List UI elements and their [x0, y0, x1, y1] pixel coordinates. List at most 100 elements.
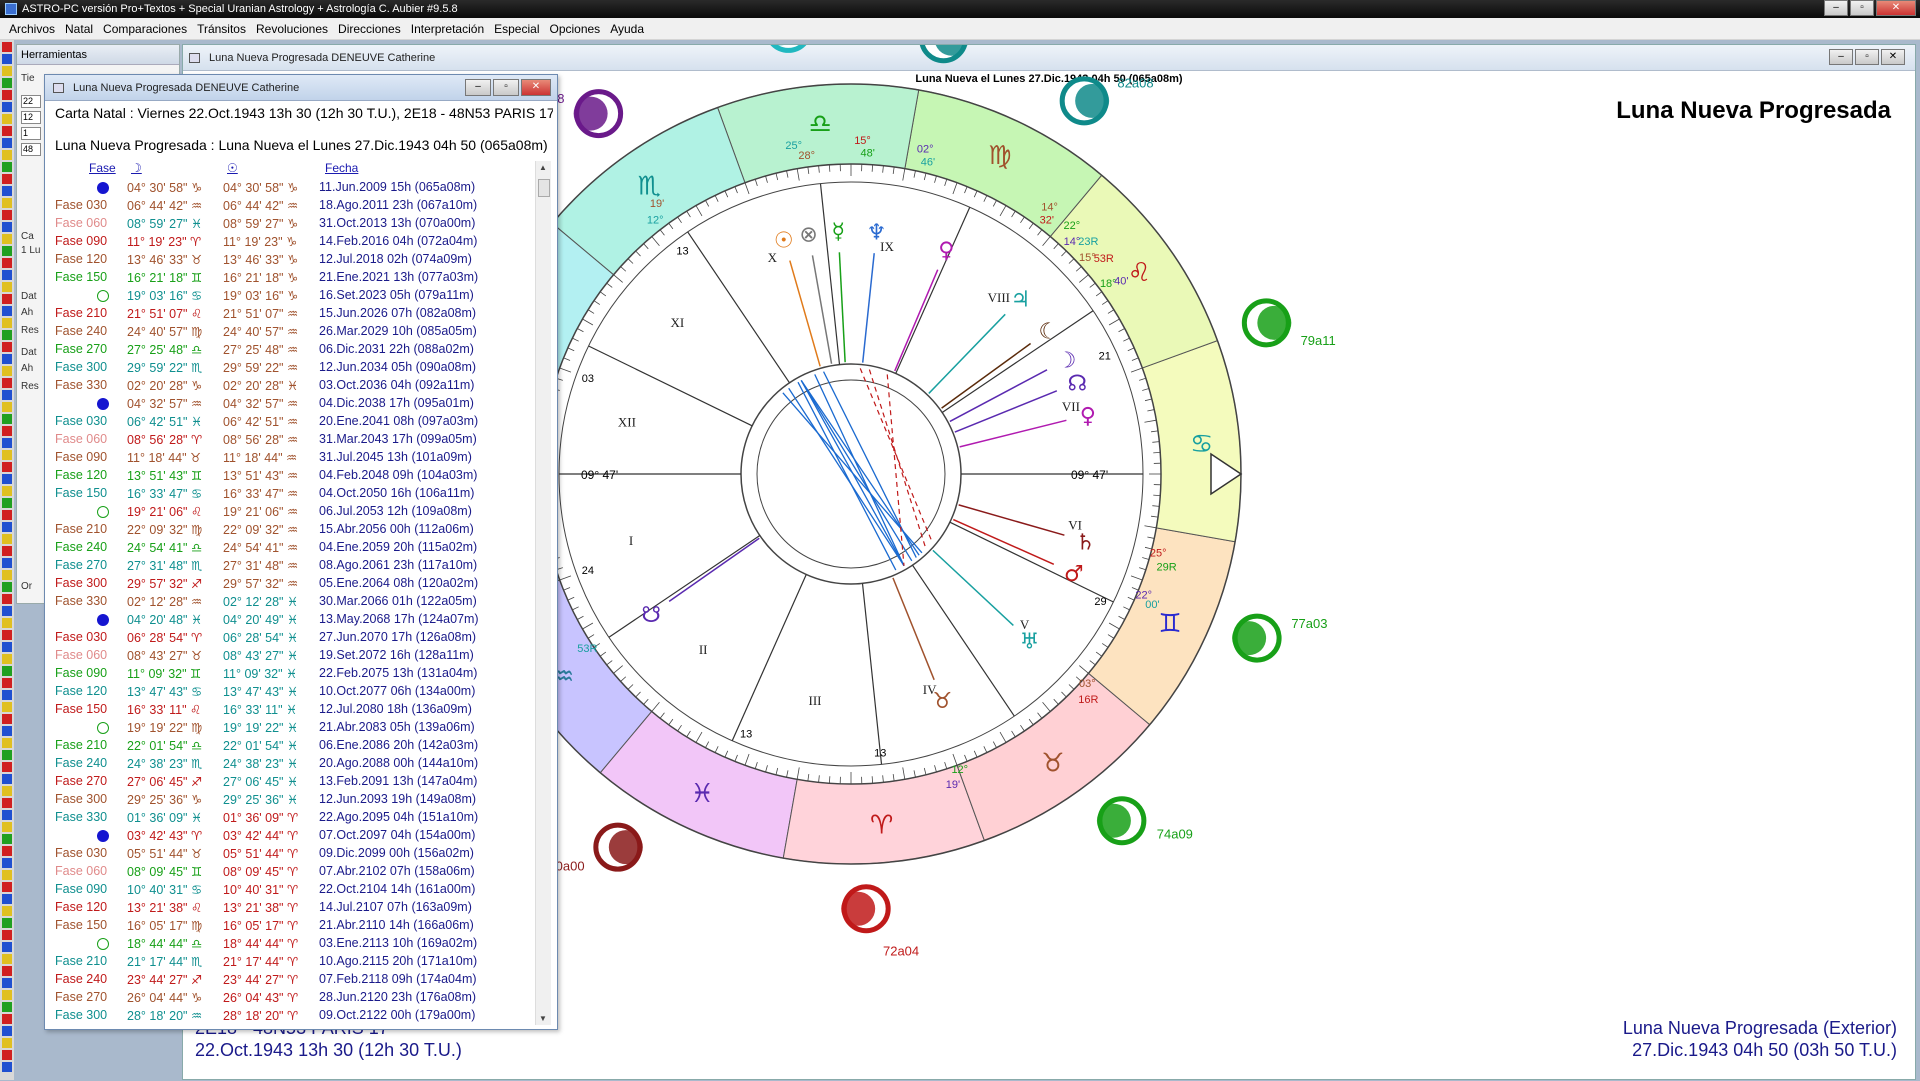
strip-swatch[interactable] — [2, 246, 12, 256]
table-row[interactable]: Fase 27026° 04' 44" ♑26° 04' 43" ♈28.Jun… — [55, 989, 531, 1007]
table-row[interactable]: Fase 12013° 47' 43" ♋13° 47' 43" ♓10.Oct… — [55, 683, 531, 701]
table-row[interactable]: Fase 27027° 06' 45" ♐27° 06' 45" ♓13.Feb… — [55, 773, 531, 791]
strip-swatch[interactable] — [2, 954, 12, 964]
strip-swatch[interactable] — [2, 642, 12, 652]
strip-swatch[interactable] — [2, 618, 12, 628]
strip-swatch[interactable] — [2, 498, 12, 508]
column-sun[interactable]: ☉ — [227, 161, 238, 175]
tools-cell[interactable]: 1 — [21, 127, 41, 140]
strip-swatch[interactable] — [2, 114, 12, 124]
menu-item[interactable]: Especial — [489, 22, 544, 36]
menu-item[interactable]: Tránsitos — [192, 22, 251, 36]
strip-swatch[interactable] — [2, 546, 12, 556]
strip-swatch[interactable] — [2, 990, 12, 1000]
minimize-button[interactable]: – — [1824, 0, 1848, 16]
table-row[interactable]: Fase 06008° 09' 45" ♊08° 09' 45" ♈07.Abr… — [55, 863, 531, 881]
strip-swatch[interactable] — [2, 594, 12, 604]
menu-item[interactable]: Ayuda — [605, 22, 649, 36]
column-fase[interactable]: Fase — [89, 161, 116, 175]
table-row[interactable]: Fase 09011° 18' 44" ♉11° 18' 44" ♒31.Jul… — [55, 449, 531, 467]
strip-swatch[interactable] — [2, 378, 12, 388]
table-row[interactable]: 04° 32' 57" ♒04° 32' 57" ♒04.Dic.2038 17… — [55, 395, 531, 413]
tools-label[interactable]: Res — [21, 325, 39, 336]
strip-swatch[interactable] — [2, 318, 12, 328]
table-row[interactable]: Fase 03005° 51' 44" ♉05° 51' 44" ♈09.Dic… — [55, 845, 531, 863]
strip-swatch[interactable] — [2, 582, 12, 592]
menu-item[interactable]: Natal — [60, 22, 98, 36]
strip-swatch[interactable] — [2, 54, 12, 64]
strip-swatch[interactable] — [2, 162, 12, 172]
table-row[interactable]: Fase 30028° 18' 20" ♒28° 18' 20" ♈09.Oct… — [55, 1007, 531, 1025]
table-row[interactable]: Fase 24024° 40' 57" ♍24° 40' 57" ♒26.Mar… — [55, 323, 531, 341]
close-button[interactable]: ✕ — [521, 79, 551, 96]
strip-swatch[interactable] — [2, 294, 12, 304]
strip-swatch[interactable] — [2, 42, 12, 52]
table-row[interactable]: Fase 12013° 21' 38" ♌13° 21' 38" ♈14.Jul… — [55, 899, 531, 917]
table-row[interactable]: Fase 03006° 42' 51" ♓06° 42' 51" ♒20.Ene… — [55, 413, 531, 431]
tools-cell[interactable]: 12 — [21, 111, 41, 124]
scroll-down-icon[interactable]: ▼ — [539, 1014, 547, 1023]
strip-swatch[interactable] — [2, 726, 12, 736]
table-row[interactable]: Fase 21022° 09' 32" ♍22° 09' 32" ♒15.Abr… — [55, 521, 531, 539]
strip-swatch[interactable] — [2, 702, 12, 712]
table-row[interactable]: Fase 06008° 56' 28" ♈08° 56' 28" ♒31.Mar… — [55, 431, 531, 449]
table-row[interactable]: 03° 42' 43" ♈03° 42' 44" ♈07.Oct.2097 04… — [55, 827, 531, 845]
strip-swatch[interactable] — [2, 354, 12, 364]
strip-swatch[interactable] — [2, 630, 12, 640]
table-row[interactable]: Fase 24024° 54' 41" ♎24° 54' 41" ♒04.Ene… — [55, 539, 531, 557]
table-row[interactable]: Fase 15016° 05' 17" ♍16° 05' 17" ♈21.Abr… — [55, 917, 531, 935]
strip-swatch[interactable] — [2, 846, 12, 856]
strip-swatch[interactable] — [2, 834, 12, 844]
table-row[interactable]: Fase 09010° 40' 31" ♋10° 40' 31" ♈22.Oct… — [55, 881, 531, 899]
strip-swatch[interactable] — [2, 666, 12, 676]
strip-swatch[interactable] — [2, 570, 12, 580]
menu-item[interactable]: Interpretación — [406, 22, 489, 36]
strip-swatch[interactable] — [2, 930, 12, 940]
strip-swatch[interactable] — [2, 1062, 12, 1072]
strip-swatch[interactable] — [2, 1050, 12, 1060]
strip-swatch[interactable] — [2, 150, 12, 160]
table-row[interactable]: Fase 12013° 51' 43" ♊13° 51' 43" ♒04.Feb… — [55, 467, 531, 485]
table-row[interactable]: Fase 27027° 25' 48" ♎27° 25' 48" ♒06.Dic… — [55, 341, 531, 359]
table-row[interactable]: Fase 09011° 09' 32" ♊11° 09' 32" ♓22.Feb… — [55, 665, 531, 683]
table-row[interactable]: Fase 15016° 33' 11" ♌16° 33' 11" ♓12.Jul… — [55, 701, 531, 719]
strip-swatch[interactable] — [2, 894, 12, 904]
strip-swatch[interactable] — [2, 366, 12, 376]
table-row[interactable]: Fase 12013° 46' 33" ♉13° 46' 33" ♑12.Jul… — [55, 251, 531, 269]
vertical-scrollbar[interactable]: ▲ ▼ — [535, 161, 551, 1025]
menu-item[interactable]: Comparaciones — [98, 22, 192, 36]
table-row[interactable]: Fase 06008° 59' 27" ♓08° 59' 27" ♑31.Oct… — [55, 215, 531, 233]
table-row[interactable]: Fase 30029° 59' 22" ♏29° 59' 22" ♒12.Jun… — [55, 359, 531, 377]
menu-item[interactable]: Revoluciones — [251, 22, 333, 36]
scroll-thumb[interactable] — [538, 179, 550, 197]
strip-swatch[interactable] — [2, 858, 12, 868]
scroll-up-icon[interactable]: ▲ — [539, 163, 547, 172]
strip-swatch[interactable] — [2, 654, 12, 664]
strip-swatch[interactable] — [2, 414, 12, 424]
strip-swatch[interactable] — [2, 282, 12, 292]
strip-swatch[interactable] — [2, 882, 12, 892]
strip-swatch[interactable] — [2, 450, 12, 460]
table-row[interactable]: Fase 24023° 44' 27" ♐23° 44' 27" ♈07.Feb… — [55, 971, 531, 989]
strip-swatch[interactable] — [2, 1026, 12, 1036]
strip-swatch[interactable] — [2, 1014, 12, 1024]
strip-swatch[interactable] — [2, 342, 12, 352]
strip-swatch[interactable] — [2, 750, 12, 760]
strip-swatch[interactable] — [2, 270, 12, 280]
strip-swatch[interactable] — [2, 738, 12, 748]
strip-swatch[interactable] — [2, 78, 12, 88]
maximize-button[interactable]: ▫ — [1850, 0, 1874, 16]
strip-swatch[interactable] — [2, 306, 12, 316]
table-row[interactable]: Fase 03006° 44' 42" ♒06° 44' 42" ♒18.Ago… — [55, 197, 531, 215]
tools-label[interactable]: Ah — [21, 363, 33, 374]
menu-item[interactable]: Direcciones — [333, 22, 406, 36]
restore-button[interactable]: ▫ — [493, 79, 519, 96]
strip-swatch[interactable] — [2, 714, 12, 724]
strip-swatch[interactable] — [2, 870, 12, 880]
strip-swatch[interactable] — [2, 534, 12, 544]
strip-swatch[interactable] — [2, 558, 12, 568]
strip-swatch[interactable] — [2, 942, 12, 952]
strip-swatch[interactable] — [2, 330, 12, 340]
strip-swatch[interactable] — [2, 774, 12, 784]
strip-swatch[interactable] — [2, 138, 12, 148]
